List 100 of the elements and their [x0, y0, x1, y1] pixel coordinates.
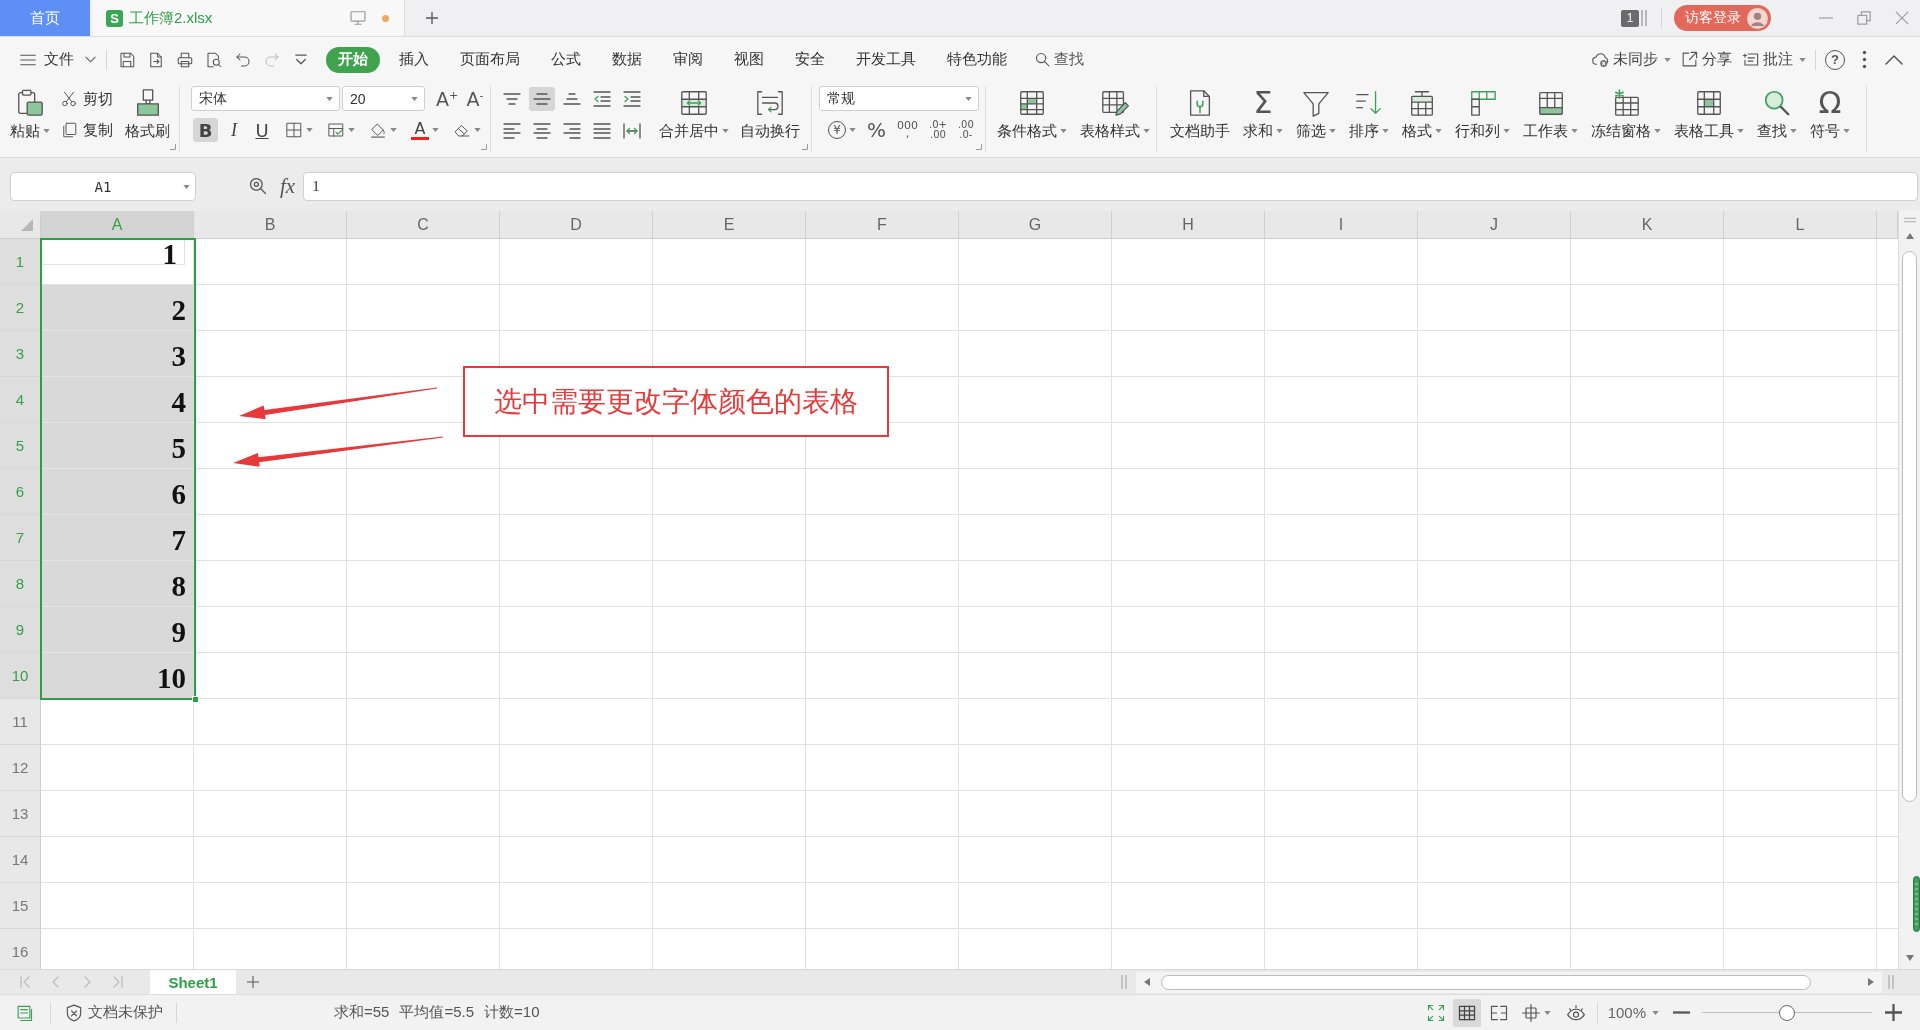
zoom-in-icon[interactable]	[1885, 1004, 1902, 1021]
export-document-icon[interactable]	[147, 50, 165, 69]
spreadsheet-cell[interactable]: 2	[41, 285, 194, 331]
sync-button[interactable]: 未同步	[1591, 46, 1671, 73]
column-header[interactable]: I	[1265, 211, 1418, 239]
share-button[interactable]: 分享	[1680, 46, 1732, 73]
column-header[interactable]: H	[1112, 211, 1265, 239]
corner-launcher-icon[interactable]	[802, 144, 808, 150]
sort-button[interactable]: 排序	[1349, 86, 1389, 140]
file-menu[interactable]: 文件	[20, 46, 96, 73]
scroll-right-icon[interactable]	[1868, 978, 1874, 986]
spreadsheet-cell[interactable]: 8	[41, 561, 194, 607]
print-preview-icon[interactable]	[205, 50, 223, 69]
find-button[interactable]: 查找	[1757, 86, 1797, 140]
ribbon-tab[interactable]: 特色功能	[935, 46, 1019, 73]
ribbon-tab[interactable]: 视图	[722, 46, 776, 73]
close-icon[interactable]	[1895, 11, 1909, 25]
table-tools-button[interactable]: 表格工具	[1674, 86, 1744, 140]
scroll-thumb[interactable]	[1161, 974, 1811, 990]
number-format-select[interactable]: 常规	[819, 86, 979, 111]
align-middle-button[interactable]	[529, 87, 555, 111]
column-header[interactable]: D	[500, 211, 653, 239]
spreadsheet-cell[interactable]: 3	[41, 331, 194, 377]
restore-icon[interactable]	[1857, 11, 1871, 25]
more-icon[interactable]	[1862, 50, 1867, 69]
spreadsheet-cell[interactable]: 9	[41, 607, 194, 653]
column-header[interactable]: F	[806, 211, 959, 239]
remove-decimal-button[interactable]: .00 .0-	[954, 118, 977, 142]
increase-font-size-button[interactable]: A$^{+}$	[433, 86, 461, 111]
scroll-left-icon[interactable]	[1144, 978, 1150, 986]
column-header[interactable]: G	[959, 211, 1112, 239]
row-header[interactable]: 11	[0, 699, 41, 745]
ribbon-tab[interactable]: 公式	[539, 46, 593, 73]
plus-icon[interactable]	[245, 974, 261, 990]
magnifier-icon[interactable]	[248, 176, 268, 196]
grip-handle-icon[interactable]	[1913, 876, 1920, 932]
formula-input[interactable]: 1	[303, 172, 1918, 201]
expand-icon[interactable]	[1425, 1002, 1446, 1023]
italic-button[interactable]: I	[222, 118, 246, 142]
printer-icon[interactable]	[176, 50, 194, 69]
cut-button[interactable]: 剪切	[60, 88, 113, 110]
ribbon-tab[interactable]: 开发工具	[844, 46, 928, 73]
thousands-button[interactable]: 000 ,	[894, 118, 921, 142]
column-header[interactable]: J	[1418, 211, 1571, 239]
format-button[interactable]: 格式	[1402, 86, 1442, 140]
doc-assistant-button[interactable]: 文档助手	[1170, 86, 1230, 140]
underline-button[interactable]: U	[250, 118, 274, 142]
font-family-select[interactable]: 宋体	[191, 86, 340, 111]
rows-columns-button[interactable]: 行和列	[1455, 86, 1510, 140]
symbol-button[interactable]: Ω 符号	[1810, 86, 1850, 140]
row-header[interactable]: 12	[0, 745, 41, 791]
horizontal-scrollbar[interactable]	[1136, 971, 1882, 993]
eye-icon[interactable]	[1564, 1002, 1587, 1023]
font-size-select[interactable]: 20	[342, 86, 425, 111]
ribbon-tab[interactable]: 页面布局	[448, 46, 532, 73]
currency-button[interactable]: ¥	[825, 118, 859, 142]
conditional-format-button[interactable]: 条件格式	[997, 86, 1067, 140]
scroll-up-icon[interactable]	[1905, 233, 1914, 239]
row-header[interactable]: 13	[0, 791, 41, 837]
scroll-down-icon[interactable]	[1905, 955, 1914, 961]
percent-button[interactable]: %	[864, 118, 889, 142]
slider-thumb[interactable]	[1779, 1004, 1795, 1021]
save-icon[interactable]	[118, 50, 136, 69]
freeze-panes-button[interactable]: 冻结窗格	[1591, 86, 1661, 140]
column-header[interactable]: E	[653, 211, 806, 239]
zoom-level-select[interactable]: 100%	[1607, 1004, 1659, 1021]
plus-icon[interactable]	[424, 10, 440, 26]
scroll-thumb[interactable]	[1902, 251, 1917, 802]
merge-center-button[interactable]: 合并居中	[659, 86, 729, 140]
ribbon-tab[interactable]: 插入	[387, 46, 441, 73]
spreadsheet-cell[interactable]: 5	[41, 423, 194, 469]
comment-button[interactable]: 批注	[1741, 46, 1806, 73]
spreadsheet-cell[interactable]: 10	[41, 653, 194, 699]
column-header[interactable]: L	[1724, 211, 1877, 239]
corner-launcher-icon[interactable]	[481, 144, 487, 150]
search-button[interactable]: 查找	[1026, 46, 1092, 73]
fill-handle[interactable]	[192, 696, 199, 703]
bold-button[interactable]: B	[193, 118, 218, 142]
function-button[interactable]: fx	[280, 173, 296, 199]
column-header[interactable]: B	[194, 211, 347, 239]
table-style-button[interactable]: 表格样式	[1080, 86, 1150, 140]
worksheet-button[interactable]: 工作表	[1523, 86, 1578, 140]
paste-button[interactable]: 粘贴	[8, 86, 52, 140]
protection-button[interactable]: 文档未保护	[64, 1002, 163, 1023]
spreadsheet-cell[interactable]: 6	[41, 469, 194, 515]
page-count-badge[interactable]: 1	[1621, 9, 1639, 27]
row-header[interactable]: 15	[0, 883, 41, 929]
spreadsheet-cell[interactable]: 7	[41, 515, 194, 561]
corner-launcher-icon[interactable]	[976, 144, 982, 150]
spreadsheet-cell[interactable]: 4	[41, 377, 194, 423]
row-header[interactable]: 16	[0, 929, 41, 969]
collapse-icon[interactable]	[1885, 54, 1903, 65]
column-header[interactable]: C	[347, 211, 500, 239]
copy-button[interactable]: 复制	[60, 119, 113, 141]
monitor-icon[interactable]	[350, 11, 366, 25]
row-header[interactable]: 14	[0, 837, 41, 883]
name-box[interactable]: A1	[10, 172, 196, 201]
filter-button[interactable]: 筛选	[1296, 86, 1336, 140]
ribbon-tab[interactable]: 安全	[783, 46, 837, 73]
ribbon-tab[interactable]: 审阅	[661, 46, 715, 73]
